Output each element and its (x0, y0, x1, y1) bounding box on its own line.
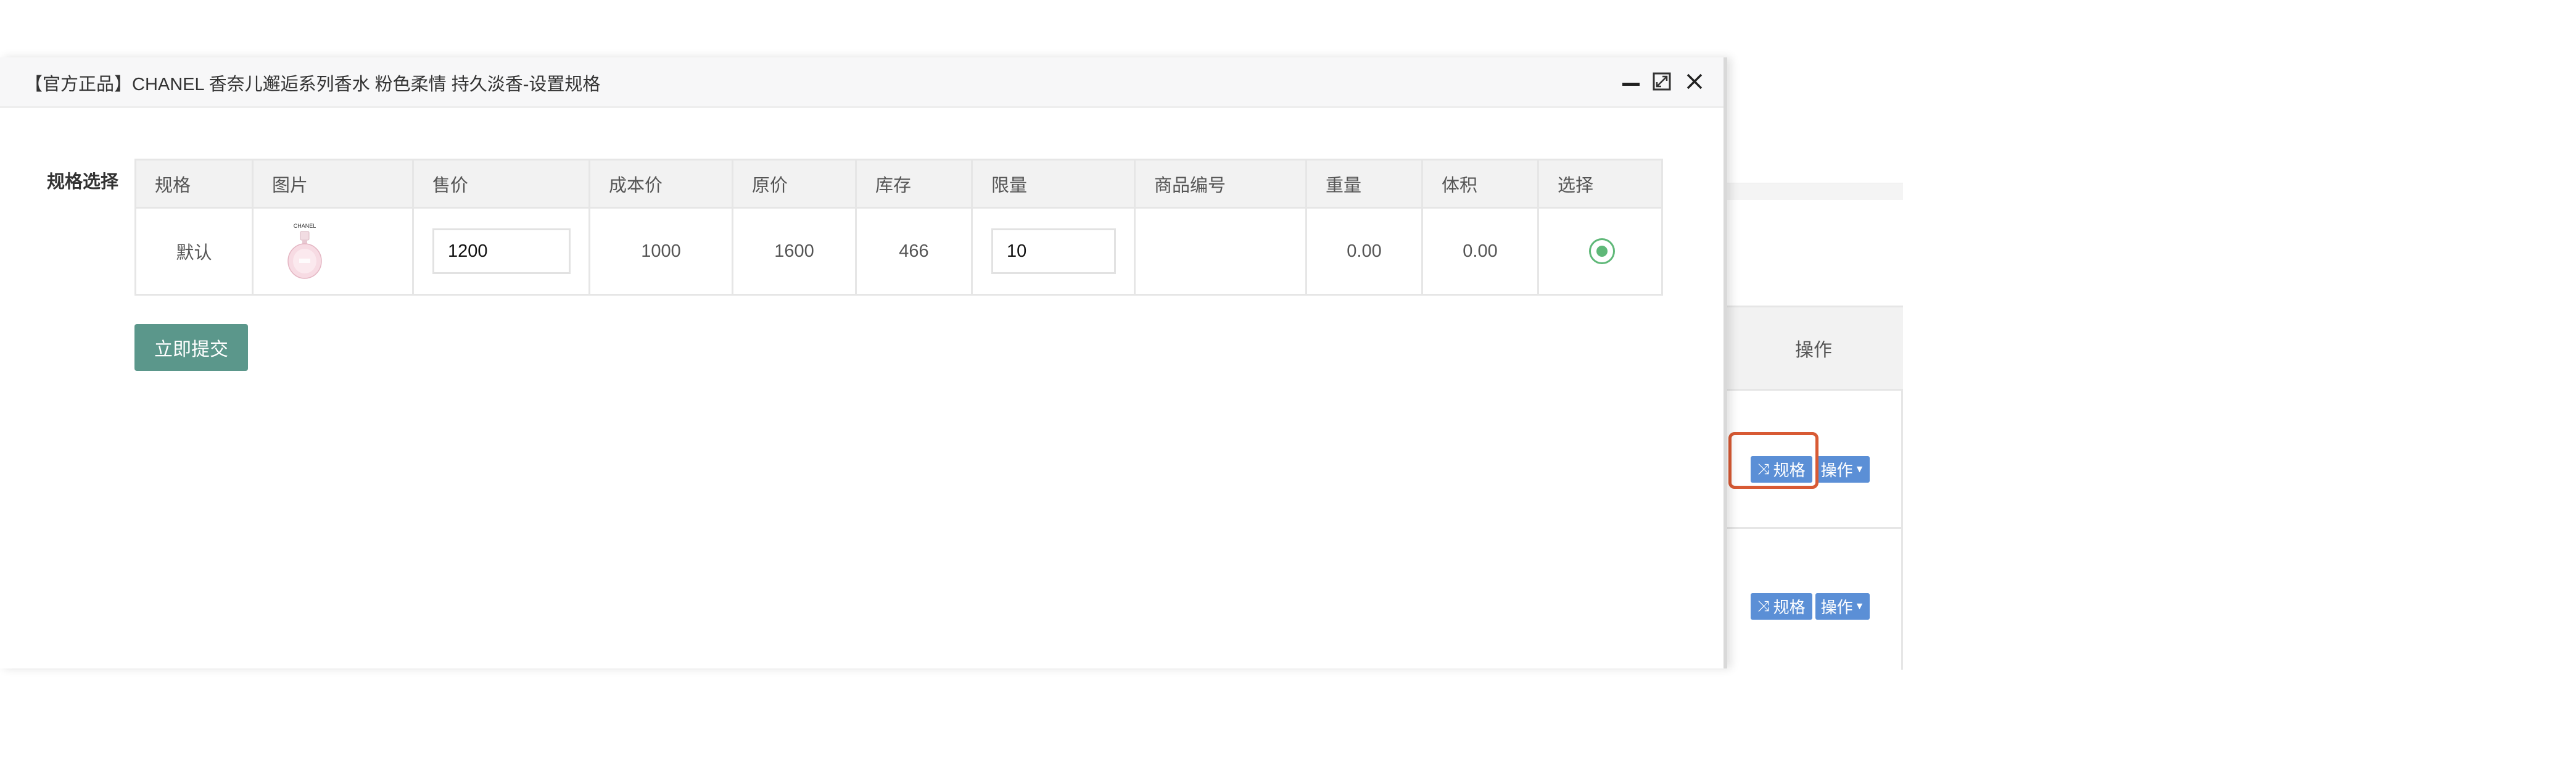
limit-cell: 10 (973, 209, 1136, 294)
background-table-header-operate: 操作 (1724, 306, 1903, 391)
background-toolbar-strip (1724, 183, 1903, 200)
col-header-limit: 限量 (973, 160, 1136, 207)
spec-button[interactable]: ⤨ 规格 (1751, 593, 1812, 620)
cost-price: 1000 (590, 209, 733, 294)
select-radio[interactable] (1589, 238, 1615, 264)
background-table-row: ⤨ 规格 操作 ▼ (1724, 529, 1903, 667)
screen: 操作 ⤨ 规格 操作 ▼ ⤨ 规格 操作 ▼ 【官方正品】CHANEL 香奈儿邂… (0, 0, 2576, 774)
limit-input[interactable]: 10 (991, 228, 1116, 274)
operate-dropdown-button[interactable]: 操作 ▼ (1815, 456, 1870, 483)
shuffle-icon: ⤨ (1757, 597, 1770, 615)
dialog-title: 【官方正品】CHANEL 香奈儿邂逅系列香水 粉色柔情 持久淡香-设置规格 (25, 75, 601, 94)
price-input[interactable]: 1200 (432, 228, 571, 274)
spec-table-header: 规格 图片 售价 成本价 原价 库存 限量 商品编号 重量 体积 选择 (136, 160, 1661, 209)
col-header-weight: 重量 (1307, 160, 1423, 207)
annotation-highlight-box (1728, 432, 1818, 489)
maximize-icon[interactable] (1650, 70, 1674, 93)
weight-value: 0.00 (1307, 209, 1423, 294)
dialog-header: 【官方正品】CHANEL 香奈儿邂逅系列香水 粉色柔情 持久淡香-设置规格 (0, 57, 1724, 108)
spec-button-label: 规格 (1773, 598, 1806, 617)
price-cell: 1200 (414, 209, 590, 294)
caret-down-icon: ▼ (1854, 601, 1865, 612)
table-row: 默认 CHANEL 1200 1000 1600 466 10 0.00 0.0… (136, 209, 1661, 294)
spec-settings-dialog: 【官方正品】CHANEL 香奈儿邂逅系列香水 粉色柔情 持久淡香-设置规格 规格… (0, 57, 1727, 668)
col-header-stock: 库存 (857, 160, 973, 207)
close-icon[interactable] (1683, 70, 1706, 93)
col-header-image: 图片 (254, 160, 414, 207)
operate-button-label: 操作 (1820, 461, 1853, 480)
sku-value (1136, 209, 1307, 294)
col-header-sku: 商品编号 (1136, 160, 1307, 207)
col-header-select: 选择 (1558, 175, 1594, 196)
operate-button-label: 操作 (1820, 598, 1853, 617)
spec-table: 规格 图片 售价 成本价 原价 库存 限量 商品编号 重量 体积 选择 默认 C… (134, 159, 1663, 296)
col-header-price: 售价 (414, 160, 590, 207)
minimize-icon[interactable] (1619, 70, 1643, 93)
spec-name: 默认 (136, 209, 254, 294)
submit-button[interactable]: 立即提交 (134, 324, 248, 371)
operate-dropdown-button[interactable]: 操作 ▼ (1815, 593, 1870, 620)
select-cell (1539, 209, 1665, 294)
original-price: 1600 (733, 209, 857, 294)
image-brand-text: CHANEL (294, 223, 316, 229)
product-thumbnail: CHANEL (254, 209, 414, 294)
col-header-original: 原价 (733, 160, 857, 207)
col-header-cost: 成本价 (590, 160, 733, 207)
stock-value: 466 (857, 209, 973, 294)
perfume-bottle-image: CHANEL (283, 222, 326, 281)
col-header-spec: 规格 (136, 160, 254, 207)
volume-value: 0.00 (1423, 209, 1539, 294)
caret-down-icon: ▼ (1854, 464, 1865, 475)
col-header-volume: 体积 (1423, 160, 1539, 207)
spec-select-label: 规格选择 (47, 172, 119, 192)
